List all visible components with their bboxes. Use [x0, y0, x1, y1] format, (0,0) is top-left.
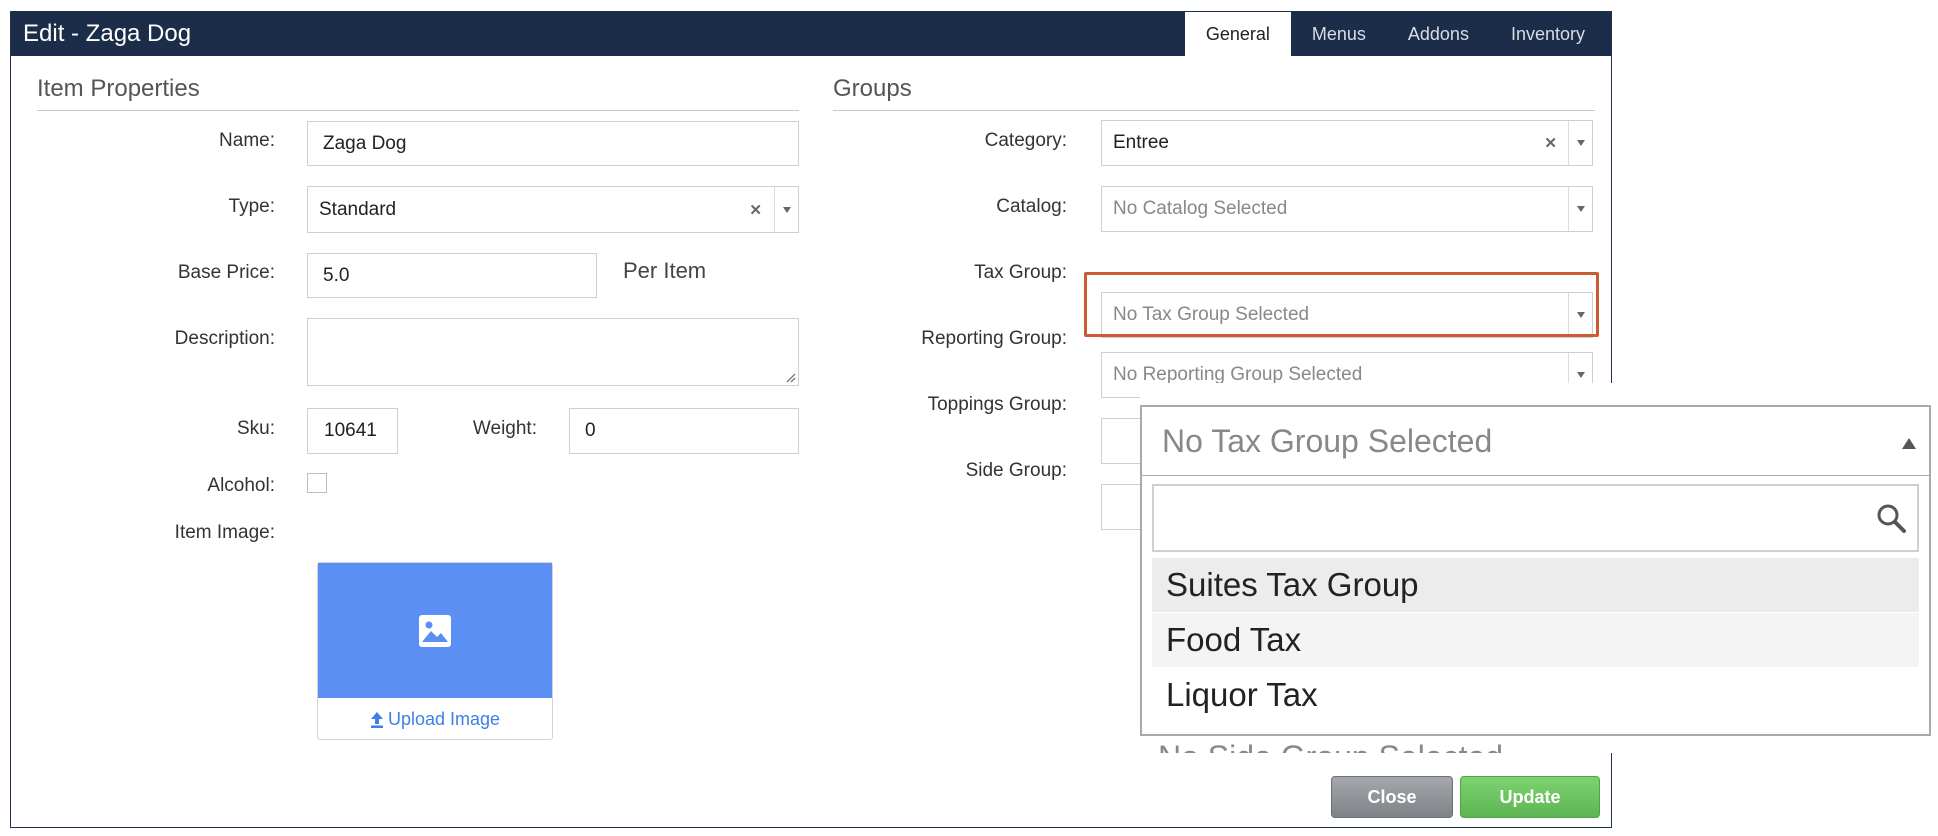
name-input[interactable]: Zaga Dog: [307, 121, 799, 166]
per-item-text: Per Item: [623, 258, 707, 283]
category-select[interactable]: Entree ✕: [1101, 120, 1593, 166]
title-bar: Edit - Zaga Dog General Menus Addons Inv…: [11, 12, 1611, 56]
upload-icon: [370, 711, 383, 728]
description-label: Description:: [174, 328, 275, 349]
search-icon: [1877, 504, 1906, 533]
toppings-group-label: Toppings Group:: [927, 394, 1067, 415]
chevron-up-icon[interactable]: [1902, 438, 1916, 449]
catalog-select[interactable]: No Catalog Selected: [1101, 186, 1593, 232]
image-icon: [419, 614, 451, 647]
tax-option-food[interactable]: Food Tax: [1152, 613, 1919, 667]
type-select[interactable]: Standard ✕: [307, 186, 799, 233]
name-value: Zaga Dog: [323, 132, 407, 154]
type-value: Standard: [319, 198, 397, 220]
item-properties-divider: [37, 110, 799, 111]
type-clear-icon[interactable]: ✕: [749, 187, 762, 232]
name-label: Name:: [219, 130, 275, 151]
groups-divider: [833, 110, 1595, 111]
resize-grip-icon[interactable]: [784, 371, 796, 383]
item-image-label: Item Image:: [174, 522, 275, 543]
update-button[interactable]: Update: [1460, 776, 1600, 818]
side-group-select-partial: No Side Group Selected: [1140, 735, 1931, 753]
base-price-label: Base Price:: [177, 262, 275, 283]
groups-heading: Groups: [833, 75, 912, 102]
item-properties-heading: Item Properties: [37, 75, 200, 102]
category-clear-icon[interactable]: ✕: [1544, 121, 1557, 165]
tax-option-liquor[interactable]: Liquor Tax: [1152, 668, 1919, 722]
tab-general[interactable]: General: [1184, 12, 1291, 56]
catalog-placeholder: No Catalog Selected: [1113, 198, 1288, 219]
tax-group-select-open[interactable]: No Tax Group Selected: [1140, 405, 1931, 477]
tax-group-label: Tax Group:: [974, 262, 1067, 283]
category-label: Category:: [984, 130, 1067, 151]
dialog-title: Edit - Zaga Dog: [23, 20, 192, 47]
tab-bar: General Menus Addons Inventory: [1184, 12, 1611, 56]
side-group-label: Side Group:: [965, 460, 1067, 481]
tax-group-highlight: [1084, 272, 1599, 337]
weight-label: Weight:: [472, 418, 537, 439]
close-button[interactable]: Close: [1331, 776, 1453, 818]
weight-value: 0: [585, 420, 596, 441]
upload-image-link[interactable]: Upload Image: [318, 698, 552, 741]
weight-input[interactable]: 0: [569, 408, 799, 454]
tax-option-suites[interactable]: Suites Tax Group: [1152, 558, 1919, 612]
tax-group-options-panel: Suites Tax Group Food Tax Liquor Tax: [1140, 476, 1931, 736]
reporting-group-label: Reporting Group:: [921, 328, 1067, 349]
type-chevron-down-icon[interactable]: [774, 187, 798, 232]
tab-menus[interactable]: Menus: [1291, 12, 1387, 56]
sku-value: 10641: [324, 420, 377, 441]
base-price-input[interactable]: 5.0: [307, 253, 597, 298]
side-group-partial-text: No Side Group Selected: [1158, 739, 1503, 753]
category-value: Entree: [1113, 132, 1169, 153]
tab-addons[interactable]: Addons: [1387, 12, 1490, 56]
type-label: Type:: [228, 196, 275, 217]
image-placeholder[interactable]: [318, 563, 552, 698]
category-chevron-down-icon[interactable]: [1568, 121, 1592, 165]
sku-label: Sku:: [236, 418, 275, 439]
item-image-uploader: Upload Image: [317, 562, 553, 740]
alcohol-label: Alcohol:: [207, 475, 275, 496]
tax-group-dropdown-zoom: No Tax Group Selected Suites Tax Group F…: [1140, 383, 1938, 753]
alcohol-checkbox[interactable]: [307, 473, 327, 493]
catalog-label: Catalog:: [996, 196, 1067, 217]
tax-group-search-input[interactable]: [1152, 484, 1919, 552]
catalog-chevron-down-icon[interactable]: [1568, 187, 1592, 231]
base-price-value: 5.0: [323, 264, 350, 286]
tax-group-open-placeholder: No Tax Group Selected: [1162, 422, 1493, 459]
description-textarea[interactable]: [307, 318, 799, 386]
tab-inventory[interactable]: Inventory: [1490, 12, 1611, 56]
sku-input[interactable]: 10641: [307, 408, 398, 454]
upload-image-label: Upload Image: [387, 709, 501, 729]
